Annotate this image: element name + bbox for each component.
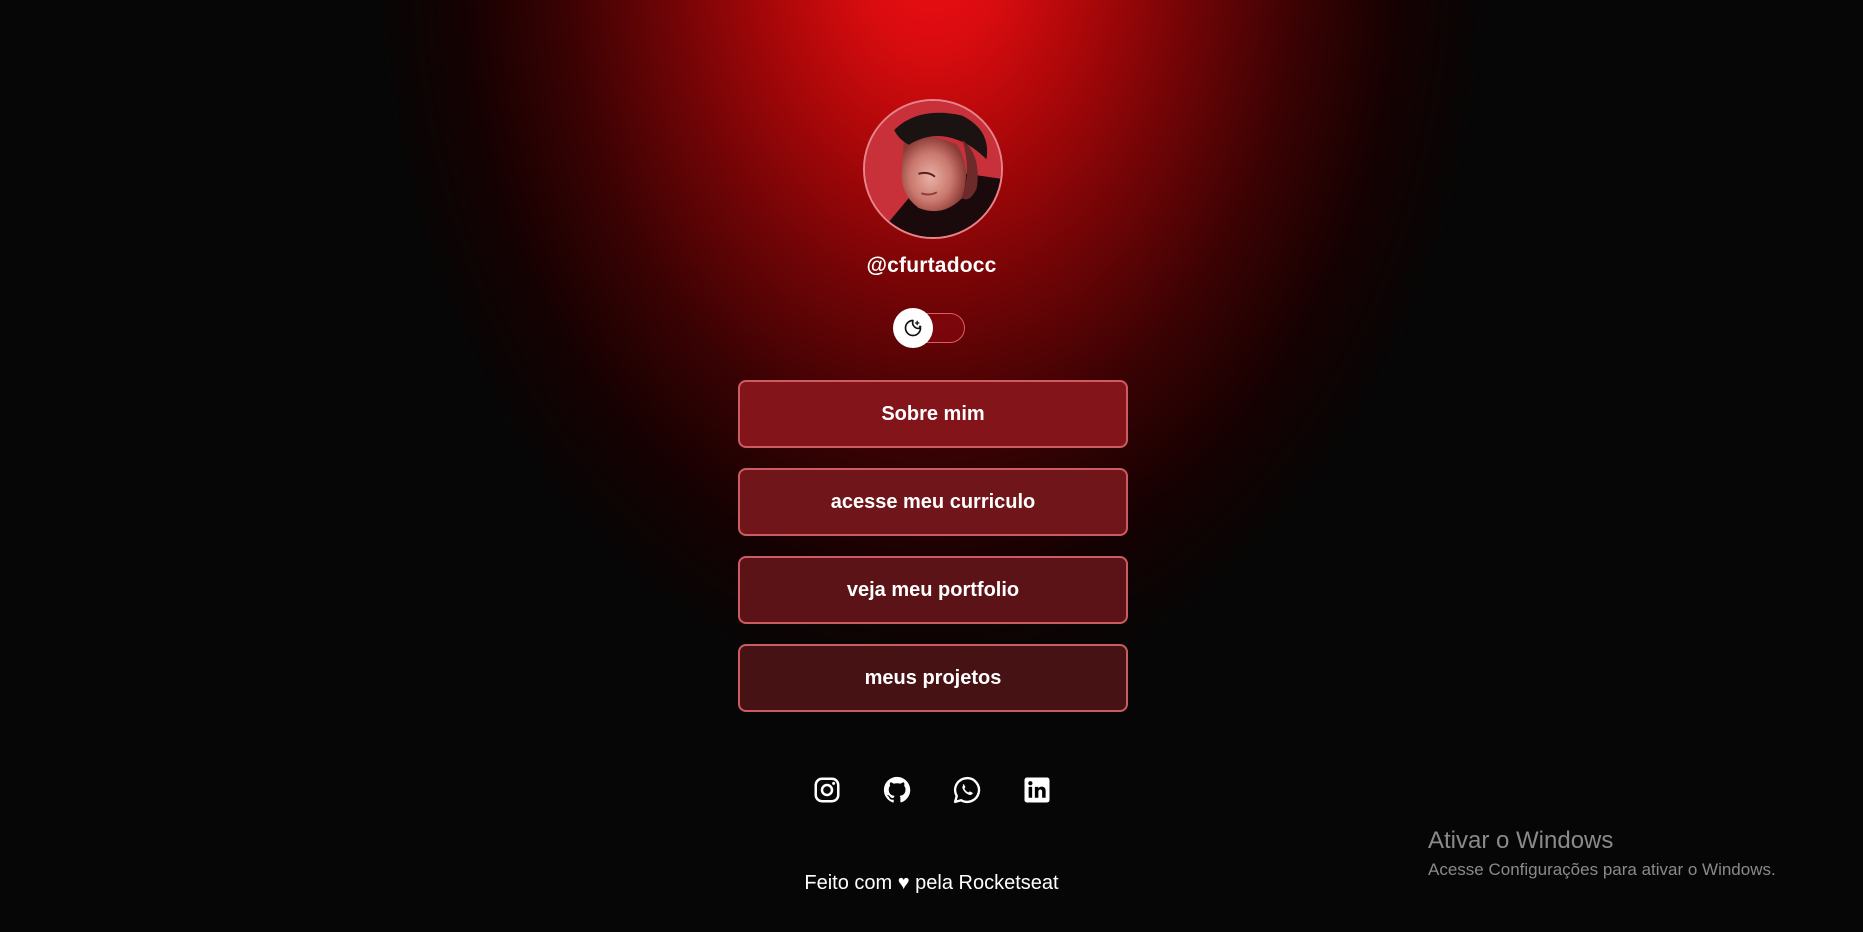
link-list: Sobre mim acesse meu curriculo veja meu … <box>738 380 1128 732</box>
link-button-curriculo[interactable]: acesse meu curriculo <box>738 468 1128 536</box>
link-button-sobre-mim[interactable]: Sobre mim <box>738 380 1128 448</box>
linkedin-icon[interactable] <box>1022 775 1052 805</box>
instagram-icon[interactable] <box>812 775 842 805</box>
link-button-portfolio[interactable]: veja meu portfolio <box>738 556 1128 624</box>
whatsapp-icon[interactable] <box>952 775 982 805</box>
windows-activation-watermark: Ativar o Windows Acesse Configurações pa… <box>1428 826 1776 882</box>
moon-stars-icon <box>904 319 922 337</box>
watermark-title: Ativar o Windows <box>1428 827 1614 854</box>
page: @cfurtadocc Sobre mim acesse meu curricu… <box>0 0 1863 932</box>
watermark-subtitle: Acesse Configurações para ativar o Windo… <box>1428 860 1776 879</box>
avatar-photo <box>865 101 1001 237</box>
avatar <box>863 99 1003 239</box>
theme-toggle[interactable] <box>893 308 973 348</box>
link-button-projetos[interactable]: meus projetos <box>738 644 1128 712</box>
profile-handle: @cfurtadocc <box>866 254 997 277</box>
social-links <box>0 775 1863 805</box>
github-icon[interactable] <box>882 775 912 805</box>
toggle-knob[interactable] <box>893 308 933 348</box>
